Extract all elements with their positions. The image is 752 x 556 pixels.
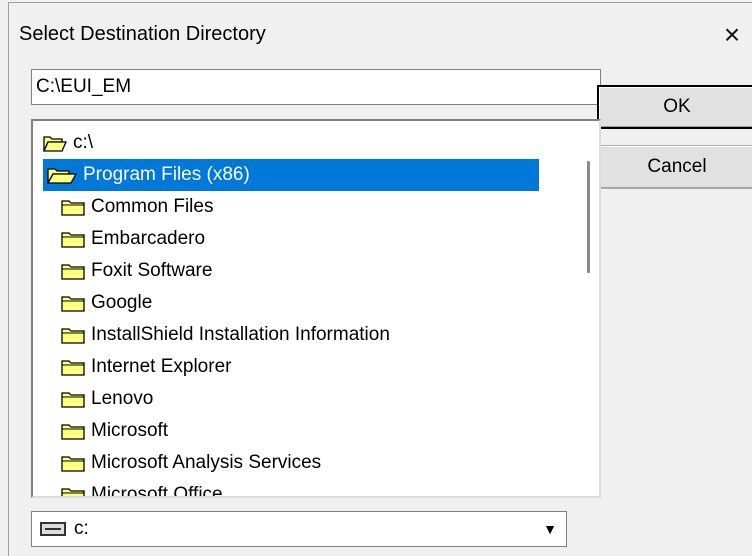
select-destination-dialog: Select Destination Directory × C:\EUI_EM… bbox=[8, 2, 752, 556]
tree-item-label: Microsoft bbox=[91, 420, 169, 441]
cancel-button[interactable]: Cancel bbox=[597, 145, 752, 189]
destination-path-field[interactable]: C:\EUI_EM bbox=[31, 69, 601, 105]
folder-closed-icon bbox=[61, 392, 85, 408]
directory-tree[interactable]: c:\ Program Files (x86) Common Files Emba… bbox=[31, 119, 601, 498]
tree-item-label: Lenovo bbox=[91, 388, 154, 409]
dropdown-arrow-icon[interactable]: ▼ bbox=[536, 514, 564, 544]
tree-root-item[interactable]: c:\ bbox=[33, 127, 579, 159]
tree-item[interactable]: Microsoft Office bbox=[33, 479, 579, 498]
tree-item-label: Common Files bbox=[91, 196, 214, 217]
tree-item[interactable]: Microsoft Analysis Services bbox=[33, 447, 579, 479]
folder-closed-icon bbox=[61, 328, 85, 344]
tree-item-label: Foxit Software bbox=[91, 260, 213, 281]
folder-closed-icon bbox=[61, 232, 85, 248]
folder-closed-icon bbox=[61, 296, 85, 312]
close-button[interactable]: × bbox=[714, 17, 750, 53]
tree-item[interactable]: Microsoft bbox=[33, 415, 579, 447]
tree-item-selected[interactable]: Program Files (x86) bbox=[33, 159, 579, 191]
tree-item-label: Internet Explorer bbox=[91, 356, 232, 377]
tree-item-label: Embarcadero bbox=[91, 228, 206, 249]
dialog-title: Select Destination Directory bbox=[19, 23, 266, 45]
tree-item-label: Microsoft Analysis Services bbox=[91, 452, 322, 473]
tree-item-label: InstallShield Installation Information bbox=[91, 324, 390, 345]
tree-item[interactable]: Google bbox=[33, 287, 579, 319]
tree-item-label: Program Files (x86) bbox=[83, 164, 250, 185]
tree-item-label: c:\ bbox=[73, 132, 94, 153]
tree-item[interactable]: Common Files bbox=[33, 191, 579, 223]
tree-item[interactable]: Embarcadero bbox=[33, 223, 579, 255]
hard-drive-icon bbox=[40, 522, 66, 536]
destination-path-value: C:\EUI_EM bbox=[36, 76, 132, 97]
tree-item-label: Microsoft Office bbox=[91, 484, 223, 498]
folder-closed-icon bbox=[61, 264, 85, 280]
tree-item-label: Google bbox=[91, 292, 153, 313]
folder-closed-icon bbox=[61, 424, 85, 440]
scrollbar-thumb[interactable] bbox=[587, 161, 590, 273]
drive-label: c: bbox=[74, 518, 89, 539]
drive-select[interactable]: c: ▼ bbox=[31, 511, 567, 547]
tree-item[interactable]: Internet Explorer bbox=[33, 351, 579, 383]
close-icon: × bbox=[723, 19, 741, 50]
tree-scrollbar[interactable] bbox=[579, 121, 599, 496]
ok-button[interactable]: OK bbox=[597, 85, 752, 129]
folder-closed-icon bbox=[61, 488, 85, 496]
folder-closed-icon bbox=[61, 200, 85, 216]
folder-closed-icon bbox=[61, 456, 85, 472]
tree-item[interactable]: InstallShield Installation Information bbox=[33, 319, 579, 351]
folder-closed-icon bbox=[61, 360, 85, 376]
tree-item[interactable]: Lenovo bbox=[33, 383, 579, 415]
folder-open-icon bbox=[43, 136, 67, 152]
tree-item[interactable]: Foxit Software bbox=[33, 255, 579, 287]
folder-open-icon bbox=[47, 168, 77, 184]
